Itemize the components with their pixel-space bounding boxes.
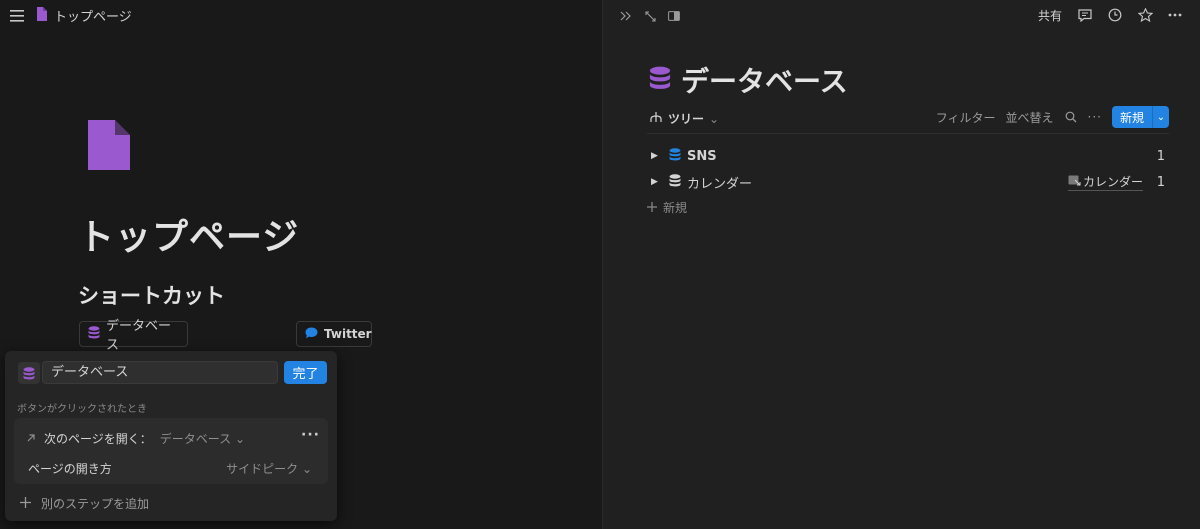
chat-bubble-icon <box>305 327 318 342</box>
new-button[interactable]: 新規 ⌄ <box>1111 106 1169 128</box>
sort-button[interactable]: 並べ替え <box>1006 109 1054 126</box>
database-toolbar: ツリー ⌄ フィルター 並べ替え ··· 新規 ⌄ <box>647 106 1169 134</box>
star-icon[interactable] <box>1134 4 1156 26</box>
menu-icon[interactable] <box>6 5 28 27</box>
row-count: 1 <box>1156 174 1165 190</box>
trigger-hint: ボタンがクリックされたとき <box>17 404 147 415</box>
plus-icon <box>647 201 657 215</box>
page-actions: 共有 <box>1038 4 1186 26</box>
section-heading[interactable]: ショートカット <box>78 280 225 310</box>
new-button-label[interactable]: 新規 <box>1111 106 1152 128</box>
breadcrumb-label: トップページ <box>54 10 132 25</box>
open-mode-dropdown[interactable]: サイドピーク ⌄ <box>226 460 312 477</box>
button-settings-popup: データベース 完了 ボタンがクリックされたとき 次のページを開く： データベース… <box>5 351 337 521</box>
add-step-label: 別のステップを追加 <box>41 497 150 511</box>
action-step[interactable]: 次のページを開く： データベース ⌄ ··· ページの開き方 サイドピーク ⌄ <box>14 418 328 484</box>
more-options-icon[interactable]: ··· <box>301 427 320 443</box>
new-row-label: 新規 <box>663 201 688 215</box>
side-peek-pane: 共有 データベース ツリー ⌄ フィルター 並べ替え ··· 新規 ⌄ ▶ SN… <box>602 0 1200 529</box>
breadcrumb[interactable]: トップページ <box>36 6 132 25</box>
database-icon <box>669 173 681 191</box>
search-icon[interactable] <box>1064 106 1078 128</box>
history-icon[interactable] <box>1104 4 1126 26</box>
peek-mode-icon[interactable] <box>663 5 685 27</box>
more-options-icon[interactable]: ··· <box>1088 110 1102 124</box>
relation-tag[interactable]: カレンダー <box>1067 173 1143 191</box>
peek-controls <box>615 5 685 27</box>
open-mode-label: ページの開き方 <box>28 462 112 476</box>
arrow-up-right-icon <box>26 432 36 446</box>
row-count: 1 <box>1156 148 1165 164</box>
expand-icon[interactable] <box>639 5 661 27</box>
shortcut-button-database[interactable]: データベース <box>79 319 188 353</box>
row-label: カレンダー <box>687 176 753 192</box>
database-title[interactable]: データベース <box>649 60 848 100</box>
row-label: SNS <box>687 148 717 164</box>
database-title-text: データベース <box>681 65 848 98</box>
linked-calendar-icon <box>1068 174 1081 189</box>
plus-icon <box>20 496 31 511</box>
add-step-button[interactable]: 別のステップを追加 <box>20 495 149 512</box>
tree-row-calendar[interactable]: ▶ カレンダー カレンダー 1 <box>651 171 1171 193</box>
database-icon <box>669 147 681 165</box>
relation-tag-label: カレンダー <box>1082 175 1143 189</box>
shortcut-button-twitter[interactable]: Twitter <box>296 321 372 347</box>
tree-view-icon <box>649 111 663 126</box>
view-tab-label: ツリー <box>668 112 705 126</box>
page-icon-large[interactable] <box>88 120 130 170</box>
filter-button[interactable]: フィルター <box>936 109 996 126</box>
shortcut-label: Twitter <box>324 327 372 341</box>
action-open-page[interactable]: 次のページを開く： データベース ⌄ <box>26 430 245 447</box>
expand-toggle-icon[interactable]: ▶ <box>651 151 663 161</box>
database-icon <box>88 325 100 343</box>
page-title[interactable]: トップページ <box>78 208 299 260</box>
comment-icon[interactable] <box>1074 4 1096 26</box>
done-button[interactable]: 完了 <box>284 361 327 384</box>
chevron-down-icon[interactable]: ⌄ <box>1152 106 1169 128</box>
add-new-row[interactable]: 新規 <box>647 199 687 216</box>
database-icon <box>649 64 671 97</box>
action-target-dropdown[interactable]: データベース ⌄ <box>160 430 245 447</box>
page-icon <box>36 6 48 25</box>
chevron-down-icon: ⌄ <box>235 432 246 446</box>
chevron-down-icon: ⌄ <box>301 462 312 476</box>
shortcut-label: データベース <box>106 319 172 353</box>
toolbar-actions: フィルター 並べ替え ··· 新規 ⌄ <box>936 106 1169 128</box>
more-options-icon[interactable] <box>1164 4 1186 26</box>
tree-row-sns[interactable]: ▶ SNS 1 <box>651 145 1171 167</box>
view-tab-tree[interactable]: ツリー ⌄ <box>649 110 719 127</box>
close-peek-icon[interactable] <box>615 5 637 27</box>
main-page-pane: トップページ トップページ ショートカット データベース Twitter データ… <box>0 0 602 529</box>
button-name-input[interactable]: データベース <box>42 361 278 384</box>
database-icon[interactable] <box>18 362 40 384</box>
expand-toggle-icon[interactable]: ▶ <box>651 177 663 187</box>
chevron-down-icon: ⌄ <box>709 111 720 126</box>
share-button[interactable]: 共有 <box>1038 7 1062 24</box>
action-label: 次のページを開く： <box>44 432 152 446</box>
